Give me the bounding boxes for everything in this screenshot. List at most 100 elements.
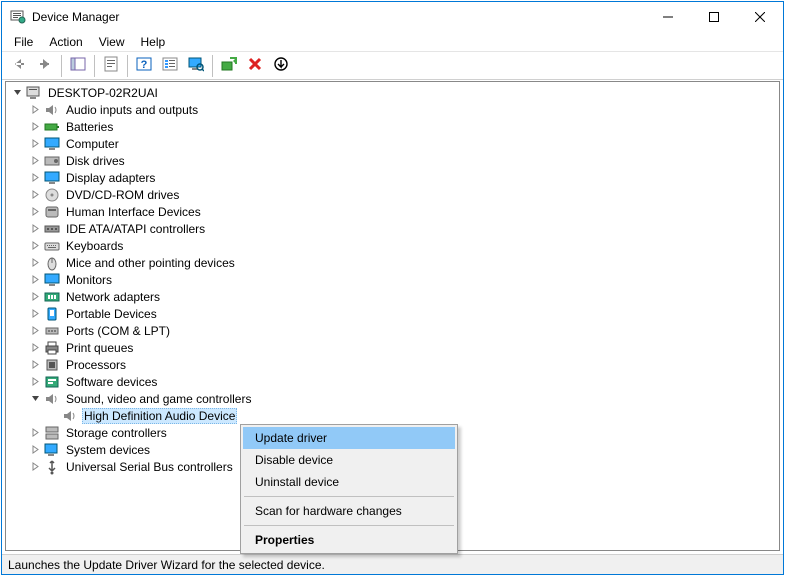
tree-category[interactable]: Software devices: [6, 373, 779, 390]
menu-help[interactable]: Help: [133, 33, 174, 51]
node-label[interactable]: Keyboards: [64, 239, 125, 253]
node-label[interactable]: Storage controllers: [64, 426, 169, 440]
node-label[interactable]: Universal Serial Bus controllers: [64, 460, 235, 474]
node-label[interactable]: Disk drives: [64, 154, 127, 168]
node-label[interactable]: High Definition Audio Device: [82, 408, 237, 424]
tree-category[interactable]: Mice and other pointing devices: [6, 254, 779, 271]
disable-button[interactable]: [269, 54, 293, 78]
expander-icon[interactable]: [28, 426, 42, 440]
tree-category[interactable]: Computer: [6, 135, 779, 152]
tree-category[interactable]: Print queues: [6, 339, 779, 356]
forward-button[interactable]: [33, 54, 57, 78]
tree-category[interactable]: Ports (COM & LPT): [6, 322, 779, 339]
ctx-uninstall-device[interactable]: Uninstall device: [243, 471, 455, 493]
expander-icon[interactable]: [28, 103, 42, 117]
tree-category[interactable]: Portable Devices: [6, 305, 779, 322]
node-label[interactable]: System devices: [64, 443, 152, 457]
menu-action[interactable]: Action: [41, 33, 90, 51]
expander-icon[interactable]: [28, 307, 42, 321]
minimize-button[interactable]: [645, 2, 691, 32]
window-title: Device Manager: [32, 10, 645, 24]
expander-icon[interactable]: [28, 392, 42, 406]
expander-icon[interactable]: [28, 460, 42, 474]
tree-device[interactable]: High Definition Audio Device: [6, 407, 779, 424]
help-icon: ?: [136, 56, 152, 75]
node-label[interactable]: Ports (COM & LPT): [64, 324, 172, 338]
expander-icon[interactable]: [28, 171, 42, 185]
node-label[interactable]: Portable Devices: [64, 307, 159, 321]
node-label[interactable]: Software devices: [64, 375, 159, 389]
menu-view[interactable]: View: [91, 33, 133, 51]
node-label[interactable]: DESKTOP-02R2UAI: [46, 86, 160, 100]
tree-category[interactable]: Processors: [6, 356, 779, 373]
expander-icon[interactable]: [28, 239, 42, 253]
menu-file[interactable]: File: [6, 33, 41, 51]
expander-icon[interactable]: [28, 375, 42, 389]
properties-button[interactable]: [99, 54, 123, 78]
uninstall-button[interactable]: [243, 54, 267, 78]
node-label[interactable]: Human Interface Devices: [64, 205, 203, 219]
ide-icon: [44, 221, 60, 237]
node-label[interactable]: Batteries: [64, 120, 115, 134]
expander-icon[interactable]: [28, 341, 42, 355]
tree-category[interactable]: Network adapters: [6, 288, 779, 305]
node-label[interactable]: Mice and other pointing devices: [64, 256, 237, 270]
ctx-separator: [244, 496, 454, 497]
ctx-scan-hardware[interactable]: Scan for hardware changes: [243, 500, 455, 522]
tree-category[interactable]: Display adapters: [6, 169, 779, 186]
expander-icon[interactable]: [10, 86, 24, 100]
node-label[interactable]: Print queues: [64, 341, 135, 355]
expander-icon[interactable]: [28, 222, 42, 236]
expander-icon[interactable]: [28, 137, 42, 151]
expander-icon[interactable]: [28, 324, 42, 338]
tree-category[interactable]: Human Interface Devices: [6, 203, 779, 220]
help-button[interactable]: ?: [132, 54, 156, 78]
tree-category[interactable]: Disk drives: [6, 152, 779, 169]
node-label[interactable]: Display adapters: [64, 171, 157, 185]
expander-icon[interactable]: [28, 358, 42, 372]
tree-category[interactable]: Audio inputs and outputs: [6, 101, 779, 118]
node-label[interactable]: Monitors: [64, 273, 114, 287]
node-label[interactable]: DVD/CD-ROM drives: [64, 188, 181, 202]
tree-category[interactable]: Monitors: [6, 271, 779, 288]
node-label[interactable]: IDE ATA/ATAPI controllers: [64, 222, 207, 236]
toolbar-separator: [127, 55, 128, 77]
ctx-update-driver[interactable]: Update driver: [243, 427, 455, 449]
expander-icon[interactable]: [46, 409, 60, 423]
expander-icon[interactable]: [28, 205, 42, 219]
tree-category[interactable]: DVD/CD-ROM drives: [6, 186, 779, 203]
disc-icon: [44, 187, 60, 203]
show-hide-button[interactable]: [66, 54, 90, 78]
node-label[interactable]: Network adapters: [64, 290, 162, 304]
expander-icon[interactable]: [28, 290, 42, 304]
maximize-button[interactable]: [691, 2, 737, 32]
node-label[interactable]: Sound, video and game controllers: [64, 392, 253, 406]
statusbar: Launches the Update Driver Wizard for th…: [2, 554, 783, 574]
node-label[interactable]: Audio inputs and outputs: [64, 103, 200, 117]
hid-icon: [44, 204, 60, 220]
ctx-disable-device[interactable]: Disable device: [243, 449, 455, 471]
expander-icon[interactable]: [28, 443, 42, 457]
close-button[interactable]: [737, 2, 783, 32]
tree-category[interactable]: Batteries: [6, 118, 779, 135]
ctx-properties[interactable]: Properties: [243, 529, 455, 551]
storage-icon: [44, 425, 60, 441]
update-driver-button[interactable]: [217, 54, 241, 78]
expander-icon[interactable]: [28, 188, 42, 202]
tree-root-node[interactable]: DESKTOP-02R2UAI: [6, 84, 779, 101]
computer-icon: [26, 85, 42, 101]
expander-icon[interactable]: [28, 120, 42, 134]
tree-category[interactable]: Keyboards: [6, 237, 779, 254]
node-label[interactable]: Processors: [64, 358, 128, 372]
tree-category[interactable]: IDE ATA/ATAPI controllers: [6, 220, 779, 237]
scan-button[interactable]: [184, 54, 208, 78]
expander-icon[interactable]: [28, 256, 42, 270]
list-button[interactable]: [158, 54, 182, 78]
tree-category[interactable]: Sound, video and game controllers: [6, 390, 779, 407]
port-icon: [44, 323, 60, 339]
back-button[interactable]: [7, 54, 31, 78]
node-label[interactable]: Computer: [64, 137, 121, 151]
expander-icon[interactable]: [28, 154, 42, 168]
network-icon: [44, 289, 60, 305]
expander-icon[interactable]: [28, 273, 42, 287]
